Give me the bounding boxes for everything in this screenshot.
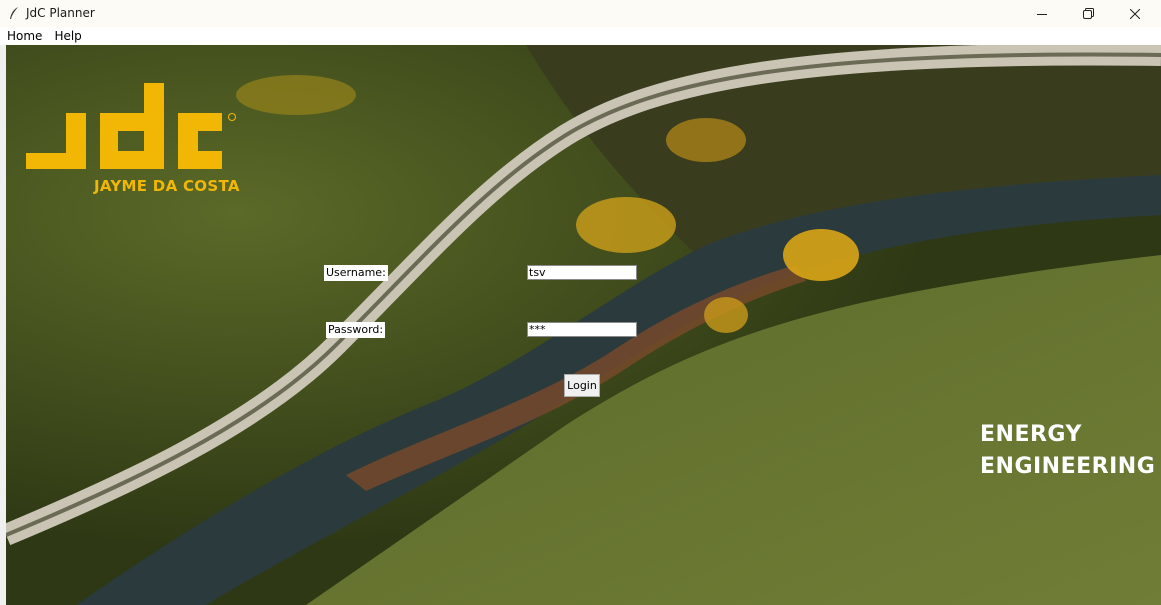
close-button[interactable] xyxy=(1112,0,1158,27)
login-button[interactable]: Login xyxy=(564,374,600,397)
menu-help[interactable]: Help xyxy=(48,27,87,45)
menu-bar: Home Help xyxy=(0,27,1161,45)
window-title: JdC Planner xyxy=(26,6,95,20)
restore-icon xyxy=(1082,8,1094,19)
tagline-line1: ENERGY xyxy=(980,422,1082,447)
tagline: ENERGY ENGINEERING xyxy=(980,419,1155,483)
close-icon xyxy=(1130,8,1140,19)
feather-icon xyxy=(10,7,18,19)
minimize-icon xyxy=(1037,13,1047,15)
minimize-button[interactable] xyxy=(1019,0,1065,27)
username-label: Username: xyxy=(324,265,388,281)
login-canvas: JAYME DA COSTA Username: Password: Login… xyxy=(6,45,1161,605)
logo-subtitle: JAYME DA COSTA xyxy=(94,177,240,195)
menu-home[interactable]: Home xyxy=(0,27,48,45)
password-label: Password: xyxy=(326,322,386,338)
restore-button[interactable] xyxy=(1065,0,1111,27)
title-bar: JdC Planner xyxy=(0,0,1161,27)
password-input[interactable] xyxy=(527,322,637,337)
tagline-line2: ENGINEERING xyxy=(980,454,1156,479)
username-input[interactable] xyxy=(527,265,637,280)
